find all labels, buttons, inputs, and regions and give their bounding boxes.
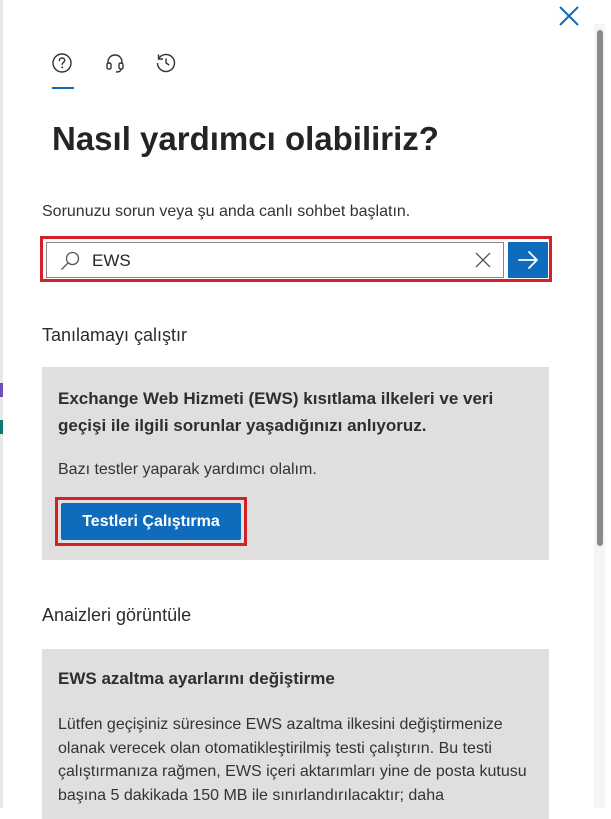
insights-card-title: EWS azaltma ayarlarını değiştirme <box>58 669 335 688</box>
search-submit-button[interactable] <box>508 242 548 278</box>
search-icon <box>58 249 82 273</box>
close-panel-button[interactable] <box>556 3 582 29</box>
close-icon <box>559 6 579 26</box>
tab-contact-support[interactable] <box>102 50 128 76</box>
tab-help[interactable] <box>49 50 75 76</box>
diagnostics-heading: Tanılamayı çalıştır <box>42 325 188 345</box>
scrollbar-thumb[interactable] <box>597 30 603 546</box>
run-tests-button[interactable]: Testleri Çalıştırma <box>61 503 241 540</box>
selected-tab-indicator <box>52 87 74 89</box>
left-edge-mark-purple <box>0 383 3 397</box>
search-instructions: Sorunuzu sorun veya şu anda canlı sohbet… <box>42 203 411 220</box>
question-circle-icon <box>52 53 72 73</box>
headset-icon <box>106 54 124 73</box>
history-icon <box>156 53 176 73</box>
diagnostics-card-title: Exchange Web Hizmeti (EWS) kısıtlama ilk… <box>58 389 494 435</box>
insights-heading: Anaizleri görüntüle <box>42 605 192 625</box>
page-title: Nasıl yardımcı olabiliriz? <box>52 120 439 157</box>
clear-search-button[interactable] <box>472 249 494 271</box>
left-edge-mark-teal <box>0 420 3 434</box>
left-window-edge <box>0 0 3 808</box>
diagnostics-card-text: Bazı testler yaparak yardımcı olalım. <box>58 461 317 478</box>
close-icon <box>475 252 491 268</box>
arrow-right-icon <box>518 251 538 269</box>
tab-history[interactable] <box>153 50 179 76</box>
insights-card-text: Lütfen geçişiniz süresince EWS azaltma i… <box>58 716 527 804</box>
search-input[interactable] <box>92 247 452 275</box>
